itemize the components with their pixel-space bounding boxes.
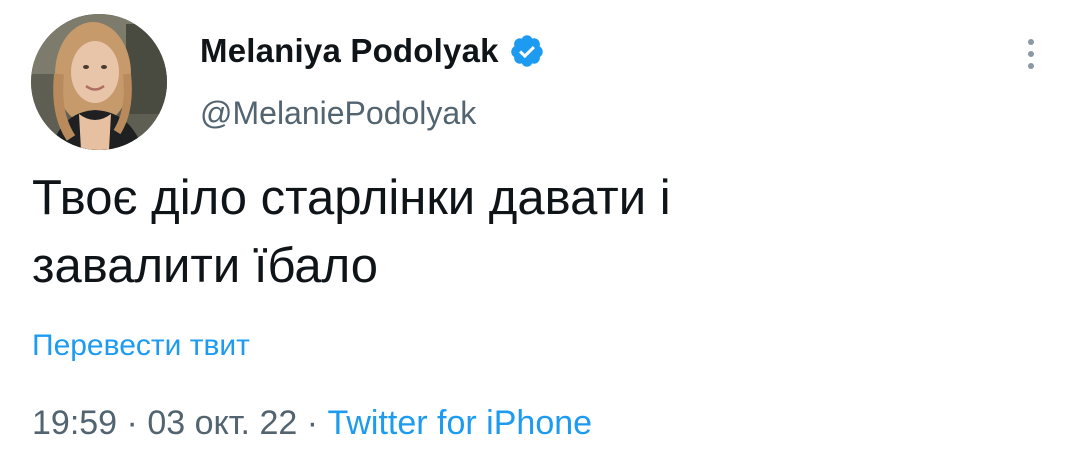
tweet-meta: 19:59 · 03 окт. 22 · Twitter for iPhone: [32, 404, 592, 443]
more-dot: [1028, 39, 1034, 45]
more-vertical-icon[interactable]: [1018, 34, 1044, 74]
avatar-photo: [31, 14, 167, 150]
tweet-source-link[interactable]: Twitter for iPhone: [327, 404, 592, 443]
author-handle[interactable]: @MelaniePodolyak: [200, 95, 476, 132]
more-dot: [1028, 51, 1034, 57]
author-display-name[interactable]: Melaniya Podolyak: [200, 32, 499, 70]
meta-separator: ·: [117, 404, 148, 442]
translate-link[interactable]: Перевести твит: [32, 329, 250, 363]
author-name-row[interactable]: Melaniya Podolyak: [200, 32, 545, 70]
meta-separator: ·: [297, 404, 328, 442]
more-dot: [1028, 63, 1034, 69]
tweet: Melaniya Podolyak @MelaniePodolyak Твоє …: [0, 0, 1080, 469]
tweet-time[interactable]: 19:59: [32, 404, 117, 443]
verified-badge-icon: [510, 35, 543, 67]
avatar[interactable]: [31, 14, 167, 150]
tweet-text: Твоє діло старлінки давати і завалити їб…: [32, 171, 671, 293]
tweet-date[interactable]: 03 окт. 22: [147, 404, 297, 443]
